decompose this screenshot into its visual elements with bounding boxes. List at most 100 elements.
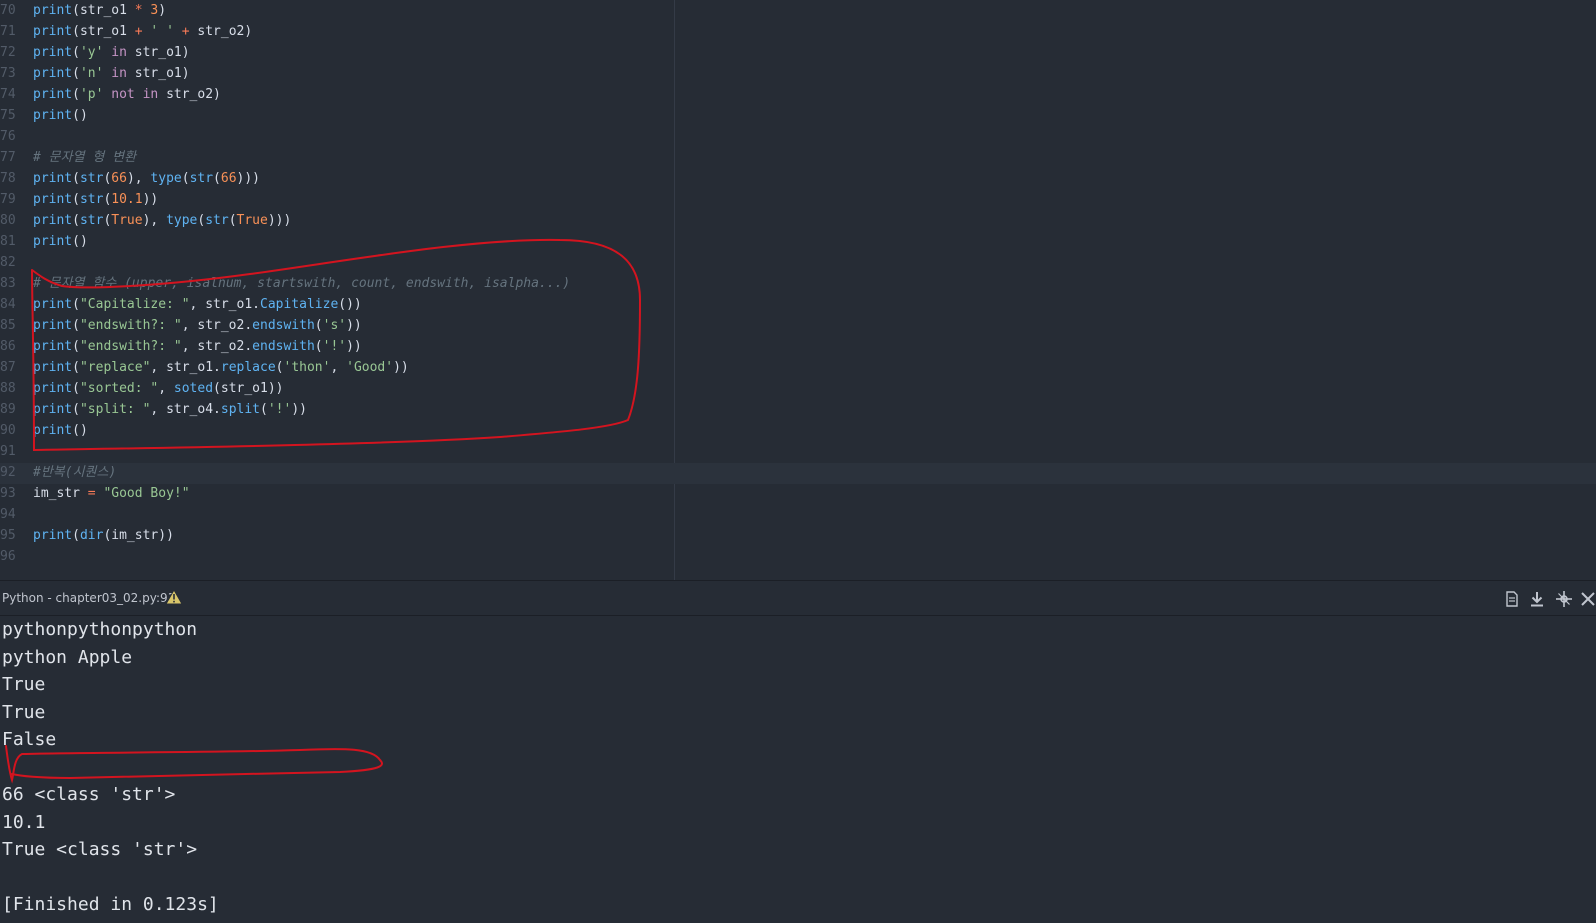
code-token: ))) xyxy=(236,171,261,186)
code-token: endswith xyxy=(252,318,315,333)
code-line[interactable]: 70 print(str_o1 * 3) xyxy=(0,0,166,21)
code-token: 'y' xyxy=(79,45,104,60)
code-token: ), xyxy=(126,171,151,186)
settings-icon[interactable] xyxy=(1555,590,1573,608)
code-token: (str_o1 xyxy=(72,3,135,18)
code-line[interactable]: 91 xyxy=(0,441,33,462)
line-number: 91 xyxy=(0,444,16,459)
code-line[interactable]: 73 print('n' in str_o1) xyxy=(0,63,190,84)
code-line[interactable]: 81 print() xyxy=(0,231,88,252)
code-line[interactable]: 86 print("endswith?: ", str_o2.endswith('… xyxy=(0,336,362,357)
code-token: '!' xyxy=(267,402,292,417)
current-line-highlight xyxy=(0,463,1596,484)
code-token: str xyxy=(189,171,214,186)
file-icon[interactable] xyxy=(1503,590,1521,608)
code-line[interactable]: 87 print("replace", str_o1.replace('thon'… xyxy=(0,357,409,378)
code-token: ( xyxy=(72,528,80,543)
code-token: Capitalize xyxy=(260,297,339,312)
line-number: 72 xyxy=(0,45,16,60)
line-number: 96 xyxy=(0,549,16,564)
code-line[interactable]: 89 print("split: ", str_o4.split('!')) xyxy=(0,399,307,420)
code-token: ( xyxy=(72,87,80,102)
output-line: [Finished in 0.123s] xyxy=(2,894,219,915)
close-icon[interactable] xyxy=(1579,590,1596,608)
code-line[interactable]: 75 print() xyxy=(0,105,88,126)
code-token: print xyxy=(33,381,73,396)
line-number: 89 xyxy=(0,402,16,417)
line-number: 75 xyxy=(0,108,16,123)
editor-ruler xyxy=(674,0,675,580)
code-line[interactable]: 94 xyxy=(0,504,33,525)
code-token: ( xyxy=(260,402,268,417)
code-token: ( xyxy=(72,192,80,207)
code-line[interactable]: 90 print() xyxy=(0,420,88,441)
code-text: print("Capitalize: ", str_o1.Capitalize(… xyxy=(33,297,362,312)
line-number: 81 xyxy=(0,234,16,249)
code-token: ( xyxy=(213,171,221,186)
code-token: type xyxy=(166,213,198,228)
output-console[interactable]: pythonpythonpython python Apple True True Fa… xyxy=(0,616,1596,923)
code-token: ( xyxy=(275,360,284,375)
code-token: print xyxy=(33,24,73,39)
code-token: print xyxy=(33,297,73,312)
line-number: 80 xyxy=(0,213,16,228)
code-token: 's' xyxy=(322,318,347,333)
code-line[interactable]: 96 xyxy=(0,546,33,567)
code-token: print xyxy=(33,528,73,543)
code-token: # 문자열 형 변환 xyxy=(33,150,137,165)
code-line[interactable]: 92 #반복(시퀀스) xyxy=(0,462,116,483)
output-line: 66 <class 'str'> xyxy=(2,784,176,805)
line-number: 79 xyxy=(0,192,16,207)
code-token: 66 xyxy=(111,171,127,186)
code-token: )) xyxy=(346,339,362,354)
code-token: )) xyxy=(291,402,307,417)
code-line[interactable]: 83 # 문자열 함수 (upper, isalnum, startswith, … xyxy=(0,273,570,294)
code-token: ( xyxy=(72,213,80,228)
code-line[interactable]: 78 print(str(66), type(str(66))) xyxy=(0,168,260,189)
code-line[interactable]: 93 im_str = "Good Boy!" xyxy=(0,483,190,504)
code-line[interactable]: 76 xyxy=(0,126,33,147)
code-line[interactable]: 85 print("endswith?: ", str_o2.endswith('… xyxy=(0,315,362,336)
code-token: , xyxy=(158,381,174,396)
code-line[interactable]: 74 print('p' not in str_o2) xyxy=(0,84,221,105)
code-line[interactable]: 95 print(dir(im_str)) xyxy=(0,525,174,546)
warning-icon[interactable] xyxy=(165,589,183,605)
code-token: str xyxy=(79,213,104,228)
code-token: () xyxy=(72,423,88,438)
code-line[interactable]: 80 print(str(True), type(str(True))) xyxy=(0,210,291,231)
code-line[interactable]: 88 print("sorted: ", soted(str_o1)) xyxy=(0,378,284,399)
code-editor[interactable]: 70 print(str_o1 * 3) 71 print(str_o1 + ' ' … xyxy=(0,0,1596,580)
code-token: ))) xyxy=(267,213,292,228)
line-number: 78 xyxy=(0,171,16,186)
code-line[interactable]: 77 # 문자열 형 변환 xyxy=(0,147,136,168)
download-icon[interactable] xyxy=(1528,590,1546,608)
code-text: print("split: ", str_o4.split('!')) xyxy=(33,402,307,417)
code-line[interactable]: 84 print("Capitalize: ", str_o1.Capitaliz… xyxy=(0,294,362,315)
code-line[interactable]: 79 print(str(10.1)) xyxy=(0,189,158,210)
line-number: 87 xyxy=(0,360,16,375)
code-text: print() xyxy=(33,234,88,249)
line-number: 84 xyxy=(0,297,16,312)
code-token: '!' xyxy=(322,339,347,354)
code-text: print('y' in str_o1) xyxy=(33,45,190,60)
code-token: not xyxy=(111,87,135,102)
code-line[interactable]: 71 print(str_o1 + ' ' + str_o2) xyxy=(0,21,252,42)
output-line: 10.1 xyxy=(2,811,46,833)
code-token: ( xyxy=(181,171,190,186)
code-token: 10.1 xyxy=(111,192,143,207)
line-number: 70 xyxy=(0,3,16,18)
code-token: print xyxy=(33,87,73,102)
code-text: print(str(10.1)) xyxy=(33,192,158,207)
output-line: python Apple xyxy=(2,646,133,668)
code-line[interactable]: 82 xyxy=(0,252,33,273)
code-token: in xyxy=(142,87,159,102)
code-token: type xyxy=(150,171,182,186)
code-token: ( xyxy=(72,381,80,396)
code-token: (str_o1 xyxy=(72,24,135,39)
code-token: ), xyxy=(142,213,167,228)
code-line[interactable]: 72 print('y' in str_o1) xyxy=(0,42,190,63)
output-line: True <class 'str'> xyxy=(2,839,198,860)
code-token: () xyxy=(72,234,88,249)
